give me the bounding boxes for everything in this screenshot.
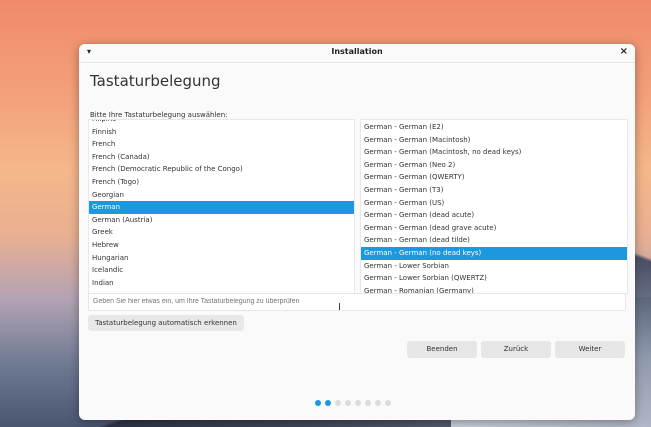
list-item[interactable]: Finnish <box>89 126 354 139</box>
list-item[interactable]: French (Democratic Republic of the Congo… <box>89 163 354 176</box>
keyboard-variant-list[interactable]: German - German (E2) German - German (Mac… <box>360 119 628 294</box>
progress-dot <box>315 400 321 406</box>
list-item[interactable]: German - German (E2) <box>361 121 627 134</box>
back-button[interactable]: Zurück <box>481 341 551 358</box>
list-item[interactable]: Filipino <box>89 120 354 126</box>
progress-dot <box>325 400 331 406</box>
list-item[interactable]: German - German (T3) <box>361 184 627 197</box>
list-item[interactable]: German <box>89 201 354 214</box>
progress-dot <box>365 400 371 406</box>
list-item[interactable]: German - German (US) <box>361 197 627 210</box>
detect-layout-button[interactable]: Tastaturbelegung automatisch erkennen <box>88 315 244 331</box>
list-item[interactable]: French (Togo) <box>89 176 354 189</box>
progress-dot <box>355 400 361 406</box>
quit-button[interactable]: Beenden <box>407 341 477 358</box>
text-cursor-icon: Ι <box>338 302 341 313</box>
list-item[interactable]: German - German (dead acute) <box>361 209 627 222</box>
list-item[interactable]: German (Austria) <box>89 214 354 227</box>
progress-dot <box>375 400 381 406</box>
list-item[interactable]: German - German (Macintosh, no dead keys… <box>361 146 627 159</box>
list-item[interactable]: Hebrew <box>89 239 354 252</box>
list-item[interactable]: German - German (dead grave acute) <box>361 222 627 235</box>
progress-dot <box>335 400 341 406</box>
list-item[interactable]: German - Lower Sorbian (QWERTZ) <box>361 272 627 285</box>
list-item[interactable]: German - Lower Sorbian <box>361 260 627 273</box>
list-item[interactable]: German - German (QWERTY) <box>361 171 627 184</box>
list-item[interactable]: French (Canada) <box>89 151 354 164</box>
close-icon[interactable]: × <box>620 46 628 57</box>
list-item[interactable]: German - German (dead tilde) <box>361 234 627 247</box>
window-title: Installation <box>331 47 383 56</box>
list-item[interactable]: German - German (Macintosh) <box>361 134 627 147</box>
page-title: Tastaturbelegung <box>90 72 221 90</box>
list-item[interactable]: German - German (no dead keys) <box>361 246 627 260</box>
installer-window: ▾ Installation × Tastaturbelegung Bitte … <box>79 44 635 420</box>
progress-dot <box>345 400 351 406</box>
list-item[interactable]: German - German (Neo 2) <box>361 159 627 172</box>
keyboard-layout-list[interactable]: Filipino Finnish French French (Canada) Fren… <box>88 119 355 294</box>
list-item[interactable]: Icelandic <box>89 264 354 277</box>
progress-indicator <box>315 391 395 406</box>
list-item[interactable]: Indian <box>89 277 354 290</box>
list-item[interactable]: Georgian <box>89 189 354 202</box>
list-item[interactable]: Greek <box>89 226 354 239</box>
list-item[interactable]: French <box>89 138 354 151</box>
next-button[interactable]: Weiter <box>555 341 625 358</box>
title-bar: ▾ Installation × <box>79 44 635 63</box>
keyboard-test-input[interactable] <box>88 293 626 311</box>
list-item[interactable]: Hungarian <box>89 252 354 265</box>
layout-prompt: Bitte Ihre Tastaturbelegung auswählen: <box>90 111 228 119</box>
progress-dot <box>385 400 391 406</box>
